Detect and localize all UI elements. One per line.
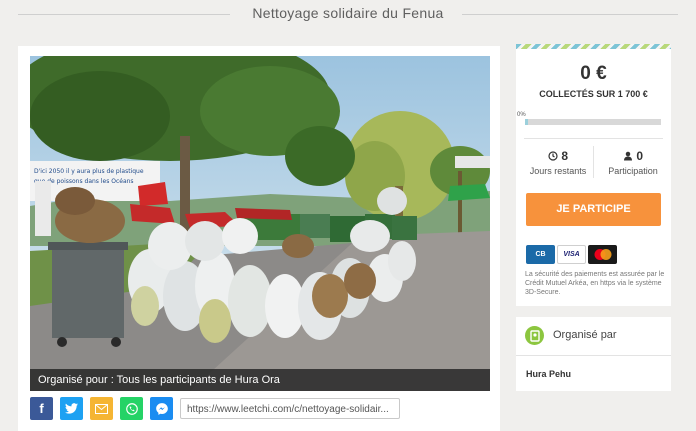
collected-amount: 0 €	[580, 63, 607, 84]
organizer-header: Organisé par	[516, 317, 671, 355]
title-divider-right	[462, 14, 678, 15]
visa-label: VISA	[563, 251, 580, 258]
decorative-stripe	[516, 44, 671, 49]
organizer-divider	[516, 355, 671, 356]
campaign-main-card: D'ici 2050 il y aura plus de plastique q…	[18, 46, 500, 431]
days-remaining-value: 8	[561, 149, 569, 163]
days-remaining-label: Jours restants	[529, 166, 587, 176]
progress-bar	[525, 119, 661, 125]
participants-stat: 0 Participation	[598, 149, 668, 176]
campaign-photo: D'ici 2050 il y aura plus de plastique q…	[30, 56, 490, 391]
person-icon	[623, 151, 632, 161]
page-title: Nettoyage solidaire du Fenua	[252, 5, 444, 21]
facebook-icon: f	[39, 401, 44, 416]
participants-label: Participation	[608, 166, 658, 176]
whatsapp-icon	[125, 402, 138, 415]
payment-security-text: La sécurité des paiements est assurée pa…	[525, 271, 665, 296]
participate-button[interactable]: JE PARTICIPE	[526, 193, 661, 226]
funding-card: 0 € COLLECTÉS SUR 1 700 € 0% 8 Jours res…	[516, 44, 671, 306]
cb-label: CB	[535, 251, 546, 258]
visa-card-logo: VISA	[557, 245, 586, 264]
progress-bar-fill	[525, 119, 528, 125]
progress-percent: 0%	[517, 112, 526, 118]
twitter-share-button[interactable]	[60, 397, 83, 420]
days-remaining-stat: 8 Jours restants	[523, 149, 593, 176]
mastercard-icon	[594, 249, 611, 260]
organizer-name[interactable]: Hura Pehu	[526, 369, 571, 379]
mastercard-logo	[588, 245, 617, 264]
organizer-card: Organisé par Hura Pehu	[516, 317, 671, 391]
messenger-share-button[interactable]	[150, 397, 173, 420]
stats-vertical-divider	[593, 146, 594, 178]
email-share-button[interactable]	[90, 397, 113, 420]
cb-card-logo: CB	[526, 245, 555, 264]
facebook-share-button[interactable]: f	[30, 397, 53, 420]
collected-goal-label: COLLECTÉS SUR 1 700 €	[539, 89, 648, 99]
organizer-badge-icon	[525, 326, 544, 345]
page-header: Nettoyage solidaire du Fenua	[0, 0, 696, 32]
share-bar: f https://www.leetchi.com/c/nettoyage-so…	[30, 397, 500, 423]
participants-value: 0	[636, 149, 644, 163]
stats-divider-top	[524, 138, 663, 139]
clock-icon	[548, 151, 558, 161]
messenger-icon	[155, 402, 168, 415]
banner-sign-text: D'ici 2050 il y aura plus de plastique	[34, 168, 144, 175]
share-url-field[interactable]: https://www.leetchi.com/c/nettoyage-soli…	[180, 398, 400, 419]
organizer-banner: Organisé pour : Tous les participants de…	[30, 369, 490, 391]
organizer-heading: Organisé par	[553, 329, 617, 341]
photo-illustration: D'ici 2050 il y aura plus de plastique q…	[30, 56, 490, 391]
twitter-icon	[65, 403, 78, 414]
whatsapp-share-button[interactable]	[120, 397, 143, 420]
email-icon	[95, 403, 108, 414]
